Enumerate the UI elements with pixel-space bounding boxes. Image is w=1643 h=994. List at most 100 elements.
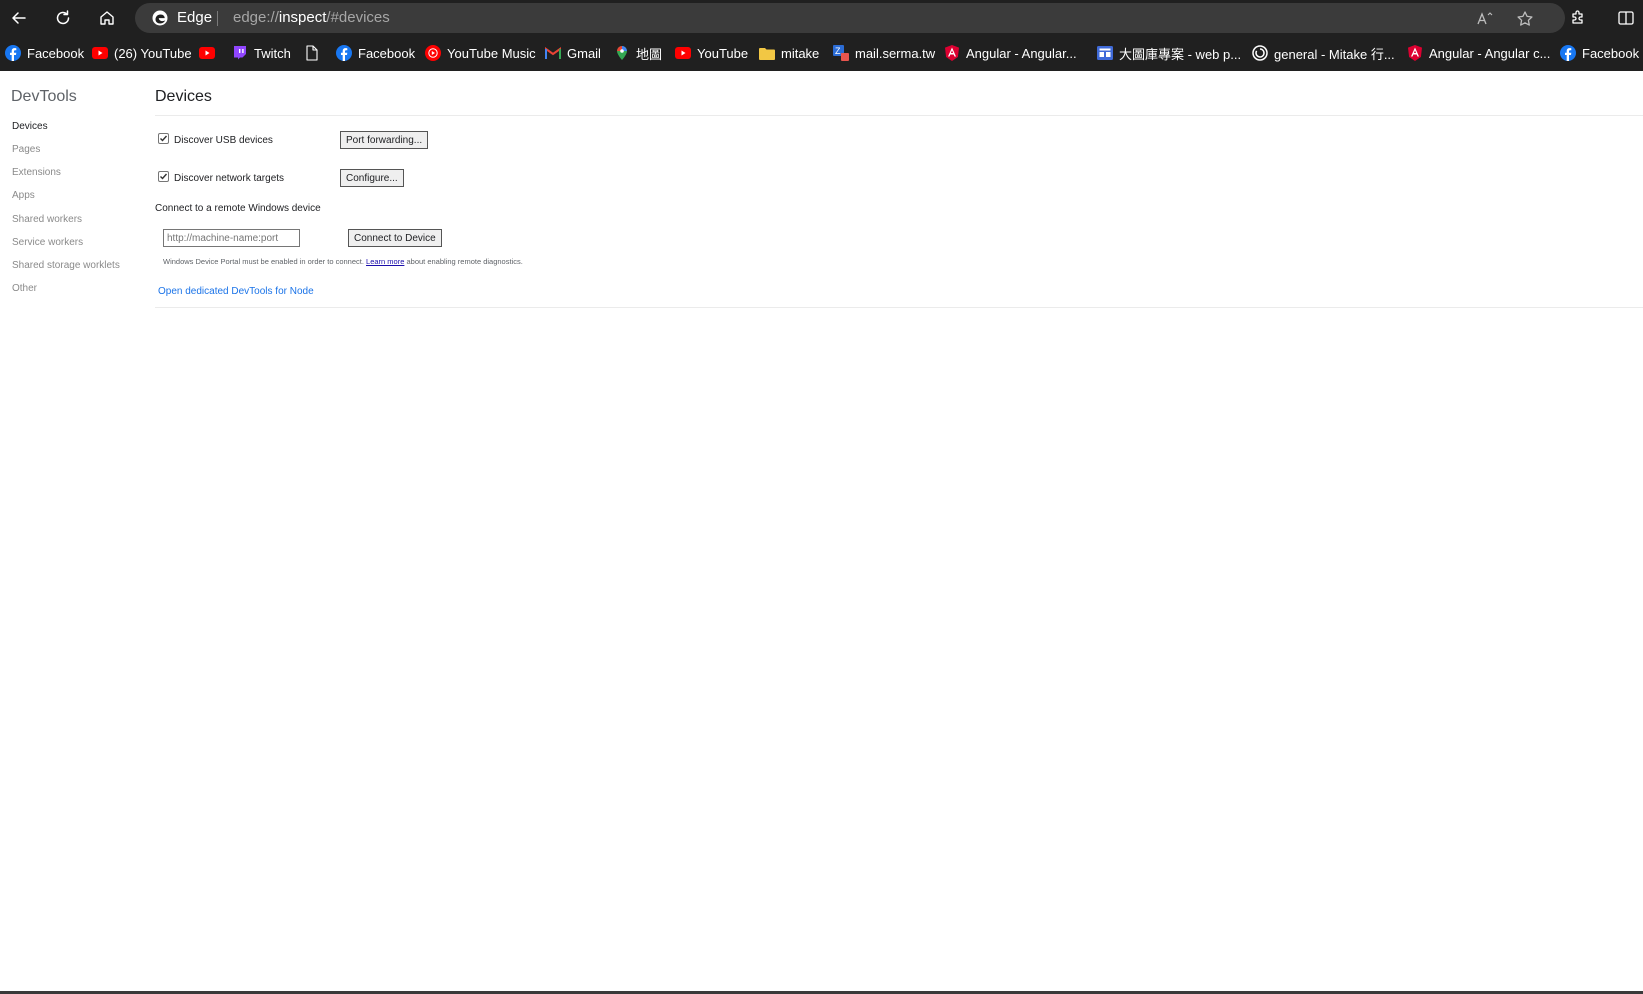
split-screen-button[interactable] [1615, 7, 1637, 29]
maps-icon [614, 45, 630, 61]
bookmark-label: (26) YouTube [114, 45, 192, 61]
discover-usb-label: Discover USB devices [174, 135, 273, 146]
page-title: Devices [155, 88, 212, 105]
angular-icon [1407, 45, 1423, 61]
sidebar-item-devices[interactable]: Devices [12, 121, 48, 132]
bookmark-label: Facebook [358, 45, 416, 61]
read-aloud-button[interactable] [1475, 9, 1495, 29]
address-brand: Edge [177, 9, 213, 26]
url-path: /#devices [326, 9, 390, 26]
board-icon [1097, 45, 1113, 61]
bookmark-label: 地圖 [636, 46, 663, 62]
sidebar-item-extensions[interactable]: Extensions [12, 167, 61, 178]
bookmarks-bar: Facebook (26) YouTube Twitch Facebook Yo… [0, 38, 1643, 68]
section-divider [155, 307, 1643, 308]
bookmark-label: Twitch [254, 45, 291, 61]
facebook-icon [5, 45, 21, 61]
bookmark-item[interactable]: general - Mitake 行... [1252, 42, 1395, 64]
bookmark-item[interactable]: Angular - Angular c... [1407, 42, 1550, 64]
sidebar-title: DevTools [11, 88, 77, 105]
bookmark-label: YouTube [697, 45, 749, 61]
twitch-icon [232, 45, 248, 61]
extensions-button[interactable] [1567, 7, 1589, 29]
youtube-music-icon [425, 45, 441, 61]
discover-usb-checkbox[interactable] [158, 133, 169, 144]
configure-button[interactable]: Configure... [340, 169, 404, 187]
favorite-button[interactable] [1515, 9, 1535, 29]
sidebar-item-other[interactable]: Other [12, 283, 37, 294]
home-button[interactable] [92, 4, 122, 32]
note-text: Windows Device Portal must be enabled in… [163, 257, 364, 266]
folder-icon [759, 45, 775, 61]
title-divider [155, 115, 1643, 116]
youtube-icon [675, 45, 691, 61]
checkmark-icon [160, 173, 168, 180]
browser-toolbar: Edge edge://inspect/#devices [0, 0, 1643, 36]
facebook-icon [1560, 45, 1576, 61]
bookmark-label: Angular - Angular... [966, 45, 1077, 61]
page-icon [304, 45, 320, 61]
browser-chrome: Edge edge://inspect/#devices Facebook (2… [0, 0, 1643, 71]
bookmark-item[interactable]: 大圖庫專案 - web p... [1097, 42, 1241, 64]
bookmark-item[interactable] [304, 42, 326, 64]
bookmark-label: 大圖庫專案 - web p... [1119, 46, 1242, 62]
bookmark-item[interactable]: Gmail [545, 42, 601, 64]
open-node-devtools-link[interactable]: Open dedicated DevTools for Node [158, 286, 314, 297]
bookmark-label: mail.serma.tw [855, 45, 936, 61]
learn-more-link[interactable]: Learn more [366, 257, 404, 266]
svg-text:Z: Z [835, 46, 841, 56]
bookmark-item[interactable]: YouTube [675, 42, 748, 64]
bookmark-item[interactable]: YouTube Music [425, 42, 536, 64]
bookmark-item[interactable]: (26) YouTube [92, 42, 192, 64]
sidebar-item-pages[interactable]: Pages [12, 144, 40, 155]
back-arrow-icon [12, 12, 26, 24]
address-url[interactable]: edge://inspect/#devices [233, 9, 390, 26]
star-icon [1517, 11, 1533, 26]
connect-to-device-button[interactable]: Connect to Device [348, 229, 442, 247]
puzzle-icon [1572, 10, 1583, 24]
bookmark-item[interactable]: Facebook [336, 42, 415, 64]
bookmark-item[interactable]: Z mail.serma.tw [833, 42, 935, 64]
sidebar-item-service-workers[interactable]: Service workers [12, 237, 83, 248]
bookmark-item[interactable]: mitake [759, 42, 819, 64]
circle-icon [1252, 45, 1268, 61]
home-icon [100, 11, 114, 25]
sidebar-item-shared-storage-worklets[interactable]: Shared storage worklets [12, 260, 120, 271]
url-host: inspect [278, 9, 327, 26]
sidebar-item-shared-workers[interactable]: Shared workers [12, 214, 82, 225]
bookmark-item[interactable]: Angular - Angular... [944, 42, 1077, 64]
angular-icon [944, 45, 960, 61]
bookmark-item[interactable]: Twitch [232, 42, 291, 64]
checkmark-icon [160, 135, 168, 142]
facebook-icon [336, 45, 352, 61]
bookmark-item[interactable]: Facebook [5, 42, 84, 64]
youtube-icon [92, 45, 108, 61]
mail-icon: Z [833, 45, 849, 61]
bookmark-item[interactable] [199, 42, 221, 64]
bookmark-label: YouTube Music [447, 45, 536, 61]
refresh-icon [56, 10, 70, 25]
back-button[interactable] [4, 4, 34, 32]
discover-network-checkbox[interactable] [158, 171, 169, 182]
split-screen-icon [1618, 11, 1634, 25]
edge-logo-icon [152, 10, 168, 26]
discover-network-label: Discover network targets [174, 173, 285, 184]
gmail-icon [545, 45, 561, 61]
bookmark-item[interactable]: 地圖 [614, 42, 662, 64]
read-aloud-icon [1477, 12, 1493, 25]
bookmark-item[interactable]: Facebook [1560, 42, 1639, 64]
address-bar[interactable]: Edge edge://inspect/#devices [135, 3, 1565, 33]
bookmark-label: Facebook [1582, 45, 1640, 61]
youtube-icon [199, 45, 215, 61]
sidebar-item-apps[interactable]: Apps [12, 190, 35, 201]
refresh-button[interactable] [48, 4, 78, 32]
url-prefix: edge:// [233, 9, 279, 26]
note-text-after: about enabling remote diagnostics. [406, 257, 523, 266]
bookmark-label: mitake [781, 45, 820, 61]
bookmark-label: Gmail [567, 45, 601, 61]
port-forwarding-button[interactable]: Port forwarding... [340, 131, 429, 149]
bookmark-label: general - Mitake 行... [1274, 46, 1395, 62]
bookmark-label: Angular - Angular c... [1429, 45, 1551, 61]
device-portal-note: Windows Device Portal must be enabled in… [163, 257, 523, 266]
remote-device-url-input[interactable] [163, 229, 300, 247]
